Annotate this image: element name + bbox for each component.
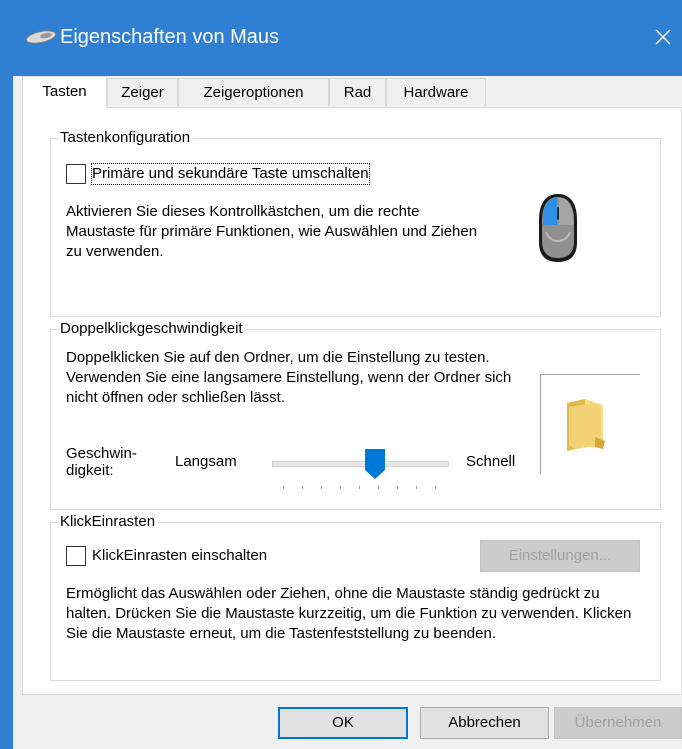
slider-tick (397, 486, 398, 489)
slider-tick (435, 486, 436, 489)
window-border (0, 76, 13, 749)
tab-tasten[interactable]: Tasten (22, 76, 107, 109)
click-lock-title: KlickEinrasten (59, 512, 159, 532)
fast-label: Schnell (466, 453, 516, 470)
slider-tick (321, 486, 322, 489)
swap-buttons-checkbox[interactable] (66, 164, 86, 184)
tab-zeiger[interactable]: Zeiger (107, 78, 178, 106)
slider-tick (340, 486, 341, 489)
slider-tick (416, 486, 417, 489)
window-title: Eigenschaften von Maus (60, 26, 280, 48)
click-lock-label[interactable]: KlickEinrasten einschalten (92, 546, 267, 566)
double-click-description: Doppelklicken Sie auf den Ordner, um die… (66, 349, 512, 406)
apply-button[interactable]: Übernehmen (554, 707, 682, 739)
test-area[interactable] (540, 374, 640, 474)
close-icon (655, 29, 671, 45)
button-config-description: Aktivieren Sie dieses Kontrollkästchen, … (66, 203, 478, 260)
double-click-group: Doppelklickgeschwindigkeit Doppelklicken… (50, 319, 661, 510)
click-lock-settings-button[interactable]: Einstellungen... (480, 540, 640, 572)
click-lock-description: Ermöglicht das Auswählen oder Ziehen, oh… (66, 585, 632, 642)
cancel-button[interactable]: Abbrechen (420, 707, 549, 739)
tab-strip: Tasten Zeiger Zeigeroptionen Rad Hardwar… (22, 76, 672, 109)
ok-button[interactable]: OK (278, 707, 408, 739)
tab-rad[interactable]: Rad (329, 78, 386, 106)
slider-tick (283, 486, 284, 489)
double-click-title: Doppelklickgeschwindigkeit (59, 319, 246, 339)
tab-pane: Tastenkonfiguration Primäre und sekundär… (22, 107, 682, 695)
swap-buttons-label[interactable]: Primäre und sekundäre Taste umschalten (91, 163, 370, 185)
tab-zeigeroptionen[interactable]: Zeigeroptionen (178, 78, 329, 106)
slider-tick (302, 486, 303, 489)
slider-tick (378, 486, 379, 489)
speed-slider-thumb[interactable] (364, 448, 386, 480)
speed-label-line2: digkeit: (66, 462, 114, 479)
click-lock-checkbox[interactable] (66, 546, 86, 566)
tab-hardware[interactable]: Hardware (386, 78, 486, 106)
slider-tick (359, 486, 360, 489)
button-config-group: Tastenkonfiguration Primäre und sekundär… (50, 128, 661, 317)
slow-label: Langsam (175, 453, 237, 470)
speed-slider-track[interactable] (272, 461, 449, 467)
dialog-client-area: Tasten Zeiger Zeigeroptionen Rad Hardwar… (13, 76, 682, 749)
button-config-title: Tastenkonfiguration (59, 128, 194, 148)
click-lock-group: KlickEinrasten KlickEinrasten einschalte… (50, 512, 661, 681)
close-button[interactable] (650, 22, 676, 52)
title-bar[interactable]: Eigenschaften von Maus (0, 0, 682, 76)
mouse-image (539, 194, 577, 262)
mouse-icon (25, 30, 57, 44)
folder-icon[interactable] (563, 397, 611, 453)
